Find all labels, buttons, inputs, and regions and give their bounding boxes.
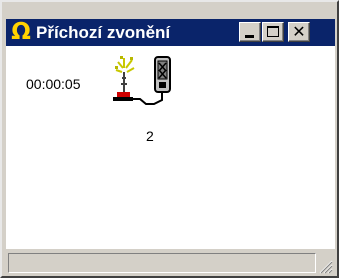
- resize-grip-icon[interactable]: [317, 258, 333, 274]
- incoming-call-window: Ω Příchozí zvonění ✕ 00:00:05 2: [0, 0, 339, 278]
- maximize-icon: [267, 26, 279, 37]
- omega-icon[interactable]: Ω: [10, 20, 32, 44]
- minimize-icon: [245, 35, 254, 38]
- ringing-phone-icon[interactable]: [110, 54, 192, 114]
- window-title: Příchozí zvonění: [36, 23, 171, 42]
- title-bar[interactable]: Ω Příchozí zvonění ✕: [6, 19, 335, 46]
- maximize-button[interactable]: [262, 22, 284, 42]
- ring-sparks: [115, 58, 135, 73]
- call-list-area: 00:00:05 2: [6, 46, 335, 249]
- close-button[interactable]: ✕: [288, 22, 310, 42]
- line-number: 2: [146, 128, 154, 144]
- status-bar: [6, 251, 335, 276]
- close-icon: ✕: [292, 22, 306, 41]
- minimize-button[interactable]: [239, 22, 261, 42]
- call-elapsed-time: 00:00:05: [26, 76, 81, 92]
- status-panel: [8, 253, 316, 273]
